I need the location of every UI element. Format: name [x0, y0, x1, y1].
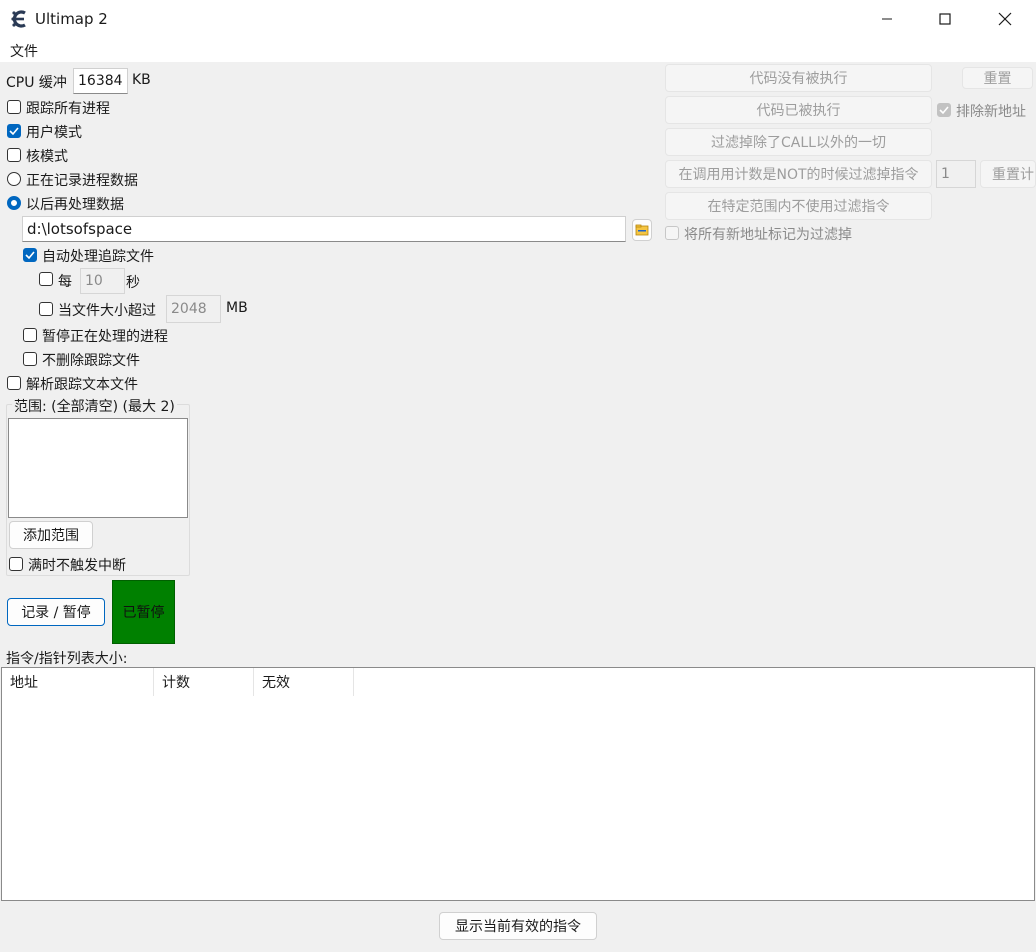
checkmark-icon [939, 106, 949, 115]
filter-non-call-button[interactable]: 过滤掉除了CALL以外的一切 [665, 128, 932, 156]
auto-process-checkbox[interactable] [23, 248, 37, 262]
reset-button[interactable]: 重置 [962, 67, 1033, 89]
keep-trace-files-label: 不删除跟踪文件 [42, 353, 140, 369]
kernel-mode-checkbox[interactable] [7, 148, 21, 162]
record-live-label: 正在记录进程数据 [26, 173, 138, 189]
status-paused-indicator: 已暂停 [112, 580, 175, 644]
filter-by-call-count-button[interactable]: 在调用用计数是NOT的时候过滤掉指令 [665, 160, 932, 188]
column-header-address[interactable]: 地址 [2, 668, 154, 696]
close-icon [998, 12, 1012, 26]
keep-trace-files-checkbox[interactable] [23, 352, 37, 366]
instruction-list[interactable]: 地址 计数 无效 [1, 667, 1035, 901]
parse-text-label: 解析跟踪文本文件 [26, 377, 138, 393]
process-later-label: 以后再处理数据 [26, 197, 124, 213]
file-size-label: 当文件大小超过 [58, 303, 156, 319]
maximize-button[interactable] [916, 0, 974, 38]
column-header-invalid[interactable]: 无效 [254, 668, 354, 696]
no-filter-in-range-button[interactable]: 在特定范围内不使用过滤指令 [665, 192, 932, 220]
pause-process-label: 暂停正在处理的进程 [42, 329, 168, 345]
range-list[interactable] [8, 418, 188, 518]
mark-new-filtered-label: 将所有新地址标记为过滤掉 [684, 227, 852, 243]
show-valid-instructions-button[interactable]: 显示当前有效的指令 [439, 912, 597, 940]
cheat-engine-icon [10, 9, 30, 29]
add-range-button[interactable]: 添加范围 [9, 521, 93, 549]
cpu-buffer-input[interactable]: 16384 [73, 68, 128, 94]
range-group-title: 范围: (全部清空) (最大 2) [12, 396, 177, 416]
file-size-unit: MB [226, 300, 248, 316]
browse-folder-button[interactable] [632, 219, 652, 241]
trace-all-processes-label: 跟踪所有进程 [26, 101, 110, 117]
checkmark-icon [9, 127, 19, 136]
mark-new-filtered-checkbox[interactable] [665, 226, 679, 240]
user-mode-label: 用户模式 [26, 125, 82, 141]
column-header-count[interactable]: 计数 [154, 668, 254, 696]
cpu-buffer-label: CPU 缓冲 [6, 75, 67, 91]
every-interval-unit: 秒 [126, 275, 140, 291]
pause-process-checkbox[interactable] [23, 328, 37, 342]
record-live-radio[interactable] [7, 172, 21, 186]
list-size-label: 指令/指针列表大小: [6, 651, 128, 667]
every-interval-input[interactable]: 10 [80, 268, 125, 294]
minimize-icon [882, 18, 892, 20]
folder-icon [635, 224, 649, 236]
file-size-input[interactable]: 2048 [166, 295, 221, 323]
menu-bar [0, 38, 1036, 62]
maximize-icon [939, 13, 951, 25]
trace-all-processes-checkbox[interactable] [7, 100, 21, 114]
exclude-new-addresses-label: 排除新地址 [956, 104, 1026, 120]
close-button[interactable] [976, 0, 1034, 38]
every-interval-checkbox[interactable] [39, 272, 53, 286]
minimize-button[interactable] [858, 0, 916, 38]
every-interval-label: 每 [58, 274, 72, 290]
exclude-new-addresses-checkbox[interactable] [937, 103, 951, 117]
no-break-checkbox[interactable] [9, 557, 23, 571]
process-later-radio[interactable] [7, 196, 21, 210]
user-mode-checkbox[interactable] [7, 124, 21, 138]
window-title: Ultimap 2 [35, 10, 108, 28]
cpu-buffer-unit: KB [132, 72, 151, 88]
code-not-executed-button[interactable]: 代码没有被执行 [665, 64, 932, 92]
auto-process-label: 自动处理追踪文件 [42, 249, 154, 265]
file-size-checkbox[interactable] [39, 302, 53, 316]
no-break-label: 满时不触发中断 [28, 558, 126, 574]
code-executed-button[interactable]: 代码已被执行 [665, 96, 932, 124]
call-count-input[interactable]: 1 [936, 160, 976, 188]
parse-text-checkbox[interactable] [7, 376, 21, 390]
record-pause-button[interactable]: 记录 / 暂停 [7, 598, 105, 626]
kernel-mode-label: 核模式 [26, 149, 68, 165]
trace-path-input[interactable]: d:\lotsofspace [22, 216, 626, 242]
checkmark-icon [25, 251, 35, 260]
menu-file[interactable]: 文件 [10, 41, 38, 61]
reset-count-button[interactable]: 重置计 [980, 160, 1036, 188]
